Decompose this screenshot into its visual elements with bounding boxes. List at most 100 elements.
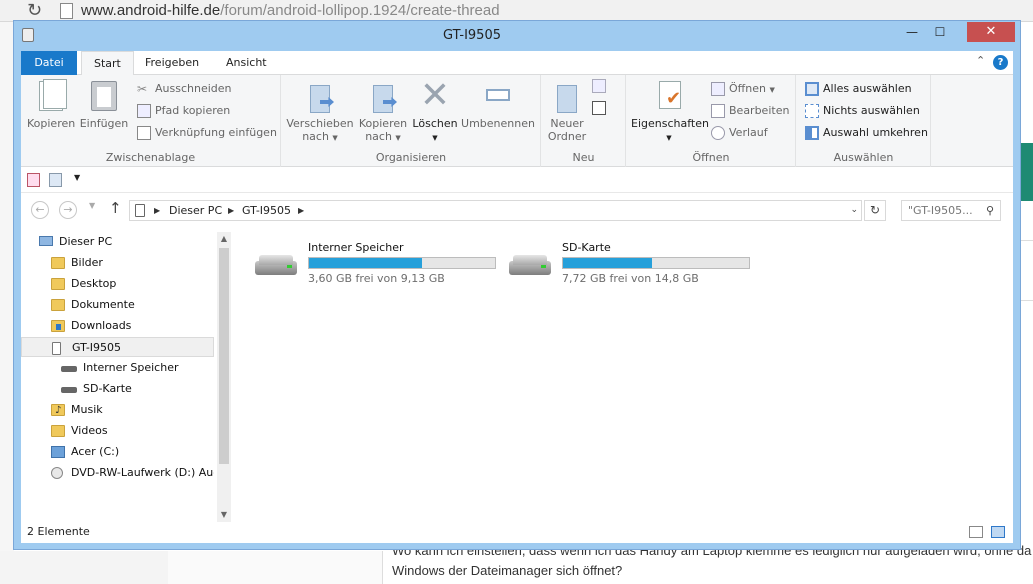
tab-datei[interactable]: Datei (21, 51, 77, 75)
reload-icon[interactable]: ↻ (27, 0, 42, 22)
minimize-button[interactable]: — (898, 22, 926, 42)
forward-button[interactable]: → (59, 201, 77, 219)
address-bar[interactable]: ▶ Dieser PC ▶ GT-I9505 ▶ ⌄ (129, 200, 862, 221)
sidebar-item[interactable]: Desktop (21, 274, 214, 294)
delete-button[interactable]: ✕ Löschen ▼ (412, 75, 458, 145)
sidebar-item[interactable]: GT-I9505 (21, 337, 214, 357)
new-folder-button[interactable]: Neuer Ordner (546, 79, 588, 143)
scissors-icon: ✂ (137, 82, 148, 96)
drive-tile[interactable]: SD-Karte 7,72 GB frei von 14,8 GB (505, 241, 755, 291)
group-select: Alles auswählen Nichts auswählen Auswahl… (797, 75, 931, 167)
open-button[interactable]: Öffnen ▼ (711, 79, 775, 99)
copy-button[interactable]: Kopieren (27, 79, 75, 130)
breadcrumb-gt-i9505[interactable]: GT-I9505 (242, 203, 291, 218)
sidebar-item[interactable]: SD-Karte (21, 379, 214, 399)
chevron-right-icon[interactable]: ▶ (228, 203, 234, 218)
browser-url[interactable]: www.android-hilfe.de/forum/android-lolli… (81, 1, 500, 21)
back-button[interactable]: ← (31, 201, 49, 219)
sidebar-item[interactable]: Bilder (21, 253, 214, 273)
refresh-button[interactable]: ↻ (864, 200, 886, 221)
cut-button[interactable]: ✂ Ausschneiden (137, 79, 232, 99)
close-button[interactable]: ✕ (967, 22, 1015, 42)
sidebar-item[interactable]: Musik (21, 400, 214, 420)
search-icon: ⚲ (985, 204, 994, 217)
sidebar-item[interactable]: Downloads (21, 316, 214, 336)
group-clipboard: Kopieren Einfügen ✂ Ausschneiden Pfad kop… (21, 75, 281, 167)
select-none-button[interactable]: Nichts auswählen (805, 101, 920, 121)
new-item-button[interactable] (592, 79, 606, 99)
copy-to-button[interactable]: Kopieren nach ▼ (356, 79, 410, 145)
drive-tile[interactable]: Interner Speicher 3,60 GB frei von 9,13 … (251, 241, 501, 291)
browser-page-bottom: Wo kann ich einstellen, dass wenn ich da… (0, 543, 1033, 584)
properties-quick-icon[interactable] (27, 173, 40, 187)
nav-scrollbar[interactable]: ▲ ▼ (217, 232, 231, 522)
tab-start[interactable]: Start (81, 51, 134, 76)
help-icon[interactable]: ? (993, 55, 1008, 70)
group-organize: Verschieben nach ▼ Kopieren nach ▼ ✕ Lösch… (282, 75, 541, 167)
downloads-folder-icon (51, 320, 65, 332)
properties-icon (653, 79, 685, 113)
window-title: GT-I9505 (443, 28, 501, 43)
move-to-button[interactable]: Verschieben nach ▼ (286, 79, 354, 145)
sidebar-item[interactable]: Acer (C:) (21, 442, 214, 462)
group-new: Neuer Ordner Neu (542, 75, 626, 167)
breadcrumb-dieser-pc[interactable]: Dieser PC (169, 203, 222, 218)
chevron-up-icon[interactable]: ▲ (217, 232, 231, 246)
chevron-down-icon: ▼ (332, 134, 338, 142)
copy-path-button[interactable]: Pfad kopieren (137, 101, 230, 121)
easy-access-button[interactable] (592, 101, 606, 121)
search-input[interactable]: "GT-I9505... ⚲ (901, 200, 1001, 221)
address-dropdown-icon[interactable]: ⌄ (850, 203, 858, 218)
tiles-view-icon[interactable] (991, 526, 1005, 538)
edit-button[interactable]: Bearbeiten (711, 101, 789, 121)
sidebar-item[interactable]: DVD-RW-Laufwerk (D:) Aud (21, 463, 214, 483)
sidebar-item-label: GT-I9505 (72, 341, 122, 354)
computer-icon (39, 236, 53, 246)
group-label: Zwischenablage (105, 151, 196, 164)
group-label: Öffnen (692, 151, 730, 164)
select-all-icon (805, 82, 819, 96)
sidebar-item-label: SD-Karte (83, 382, 132, 395)
scrollbar-thumb[interactable] (219, 248, 229, 464)
divider (1021, 300, 1033, 301)
paste-button[interactable]: Einfügen (79, 79, 129, 130)
open-icon (711, 82, 725, 96)
sidebar-item[interactable]: Videos (21, 421, 214, 441)
title-bar[interactable]: GT-I9505 — ☐ ✕ (14, 21, 1020, 51)
content-area: Interner Speicher 3,60 GB frei von 9,13 … (251, 241, 1011, 521)
up-button[interactable]: ↑ (109, 199, 122, 217)
chevron-right-icon[interactable]: ▶ (298, 203, 304, 218)
tab-freigeben[interactable]: Freigeben (133, 51, 211, 75)
clipboard-icon (88, 79, 120, 113)
paste-shortcut-button[interactable]: Verknüpfung einfügen (137, 123, 277, 143)
sidebar-item-label: Interner Speicher (83, 361, 179, 374)
invert-selection-icon (805, 126, 819, 140)
customize-toolbar-icon[interactable]: ▼ (74, 173, 80, 182)
sidebar-item[interactable]: Dieser PC (21, 232, 214, 252)
ribbon-tabs: Datei Start Freigeben Ansicht ⌃ ? (21, 51, 1013, 76)
recent-locations-icon[interactable]: ▼ (89, 201, 95, 210)
rename-button[interactable]: Umbenennen (460, 79, 536, 130)
details-view-icon[interactable] (969, 526, 983, 538)
shortcut-icon (137, 126, 151, 140)
drive-icon (255, 255, 297, 277)
chevron-down-icon[interactable]: ▼ (217, 508, 231, 522)
group-open: Eigenschaften▼ Öffnen ▼ Bearbeiten Verla… (627, 75, 796, 167)
drive-free-space: 7,72 GB frei von 14,8 GB (562, 272, 699, 285)
collapse-ribbon-icon[interactable]: ⌃ (976, 54, 985, 67)
group-label: Auswählen (833, 151, 894, 164)
quick-access-toolbar: ▼ (21, 167, 1013, 193)
invert-selection-button[interactable]: Auswahl umkehren (805, 123, 928, 143)
history-icon (711, 126, 725, 140)
history-button[interactable]: Verlauf (711, 123, 768, 143)
sidebar-item-label: Acer (C:) (71, 445, 120, 458)
maximize-button[interactable]: ☐ (926, 22, 954, 42)
sidebar-item[interactable]: Dokumente (21, 295, 214, 315)
tab-ansicht[interactable]: Ansicht (214, 51, 279, 75)
properties-button[interactable]: Eigenschaften▼ (631, 79, 709, 145)
path-icon (137, 104, 151, 118)
delete-x-icon: ✕ (419, 75, 451, 116)
select-all-button[interactable]: Alles auswählen (805, 79, 912, 99)
sidebar-item[interactable]: Interner Speicher (21, 358, 214, 378)
new-folder-quick-icon[interactable] (49, 173, 62, 187)
